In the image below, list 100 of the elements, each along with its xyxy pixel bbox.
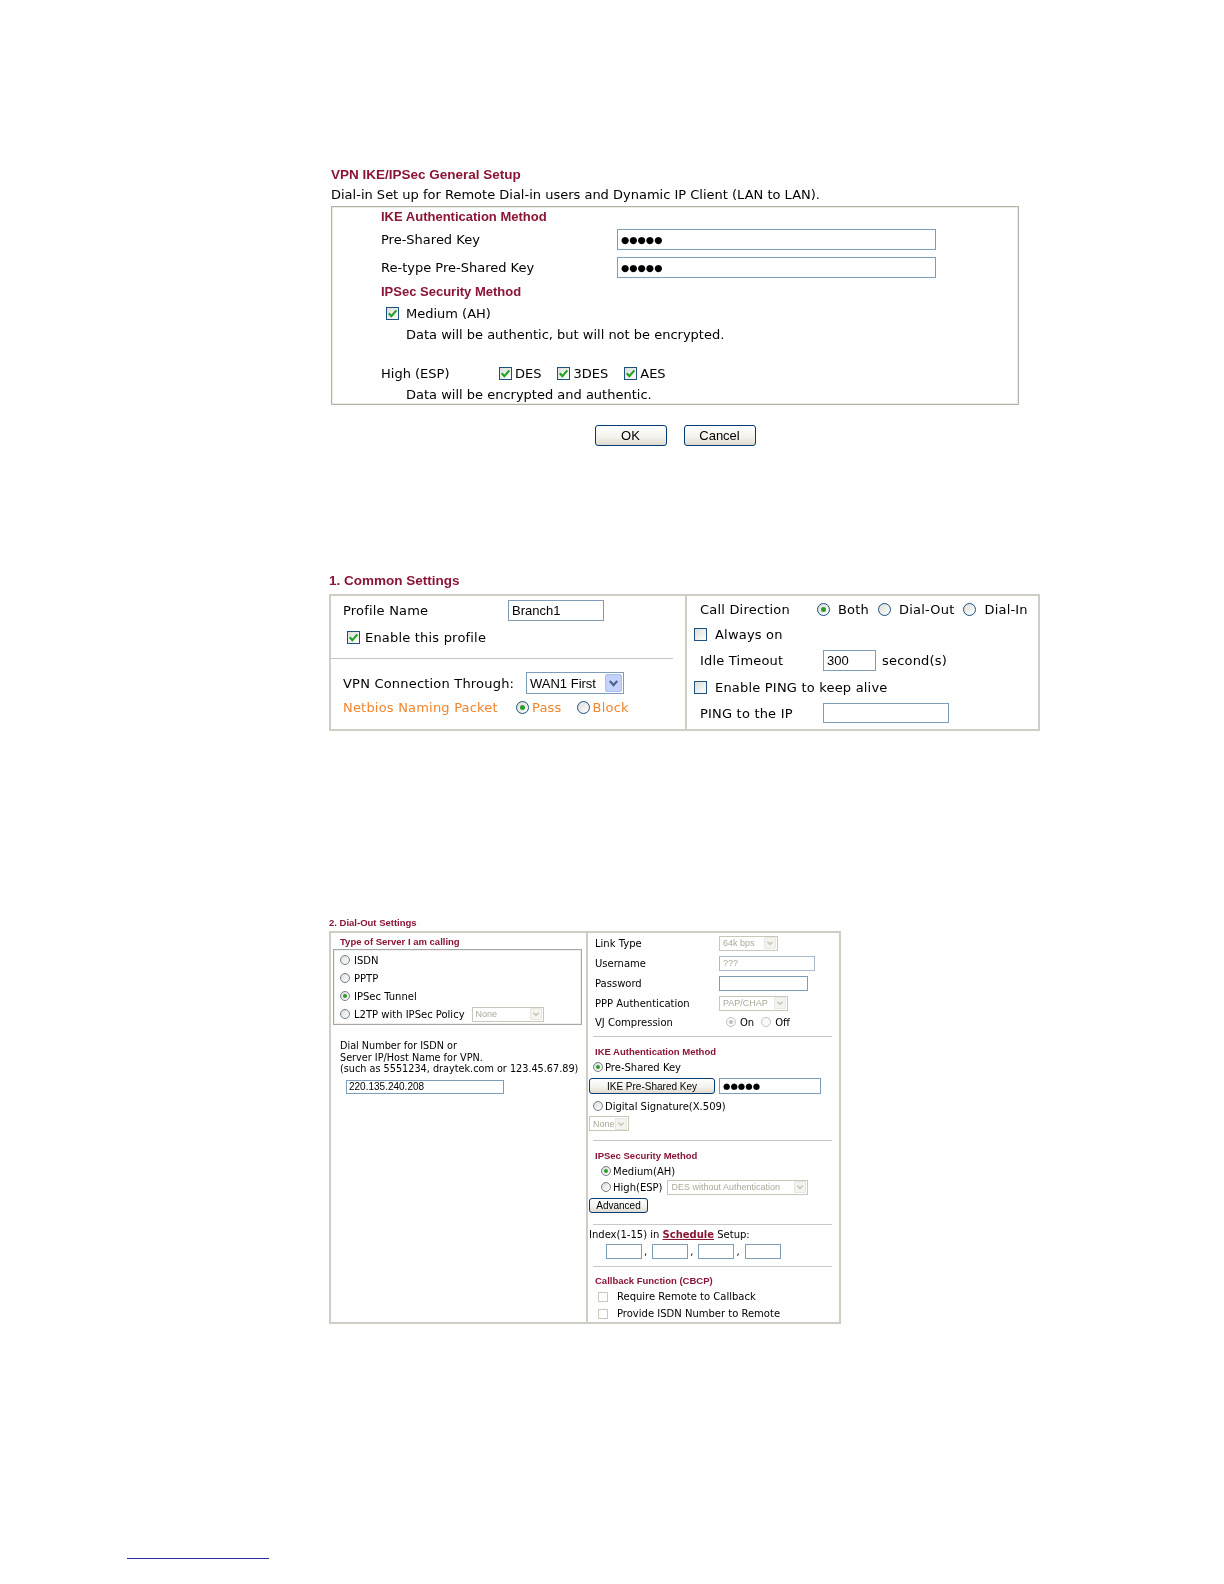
section-title: VPN IKE/IPSec General Setup xyxy=(331,167,521,183)
radio-label: On xyxy=(740,1016,755,1028)
checkbox[interactable] xyxy=(694,628,707,641)
checkbox-label: AES xyxy=(640,365,666,381)
checkbox-label: Require Remote to Callback xyxy=(617,1291,756,1302)
radio-label: L2TP with IPSec Policy xyxy=(354,1008,465,1020)
radio-label: Off xyxy=(775,1016,790,1028)
field-label: Password xyxy=(595,977,642,989)
radio-button[interactable] xyxy=(593,1101,603,1111)
field-label: Pre-Shared Key xyxy=(381,231,480,247)
text-field[interactable]: Branch1 xyxy=(508,599,604,621)
chevron-down-icon xyxy=(774,997,786,1009)
field-label: Re-type Pre-Shared Key xyxy=(381,259,535,275)
text-field[interactable]: 220.135.240.208 xyxy=(346,1079,504,1094)
radio-button[interactable] xyxy=(593,1062,603,1072)
field-label: High (ESP) xyxy=(381,365,450,381)
password-field[interactable]: ●●●●● xyxy=(617,256,936,278)
radio-button[interactable] xyxy=(340,991,350,1001)
separator-text: , xyxy=(644,1246,648,1257)
checkbox-label: Provide ISDN Number to Remote xyxy=(617,1308,781,1319)
chevron-down-icon xyxy=(615,1117,627,1130)
radio-button[interactable] xyxy=(601,1166,611,1176)
radio-button[interactable] xyxy=(878,602,891,616)
section-title: 2. Dial-Out Settings xyxy=(329,918,417,928)
unit-label: second(s) xyxy=(882,653,948,668)
radio-label: Dial-Out xyxy=(899,601,955,617)
checkbox-label: Enable this profile xyxy=(365,629,487,645)
help-text: Data will be encrypted and authentic. xyxy=(406,386,652,402)
radio-button[interactable] xyxy=(963,602,977,616)
field-label: Username xyxy=(595,957,646,969)
checkbox[interactable] xyxy=(694,681,707,694)
field-label: Netbios Naming Packet xyxy=(343,700,498,715)
checkbox[interactable] xyxy=(557,366,571,380)
input-field[interactable] xyxy=(606,1244,642,1259)
radio-label: Medium(AH) xyxy=(613,1165,676,1177)
chevron-down-icon xyxy=(529,1008,542,1020)
schedule-index-text: Index(1-15) in Schedule Setup: xyxy=(589,1228,750,1240)
section-heading: Callback Function (CBCP) xyxy=(595,1274,713,1286)
radio-label: PPTP xyxy=(354,972,379,984)
checkbox-label: DES xyxy=(515,365,542,381)
radio-button[interactable] xyxy=(601,1182,611,1192)
checkbox[interactable] xyxy=(624,366,638,380)
chevron-down-icon xyxy=(605,674,622,692)
input-field[interactable] xyxy=(719,975,808,991)
help-text: Dial Number for ISDN or Server IP/Host Name for VPN. (such as 5551234, draytek.com or 123.45.67.89) xyxy=(340,1040,579,1075)
input-field[interactable] xyxy=(652,1244,689,1259)
checkbox[interactable] xyxy=(347,630,360,644)
input-field[interactable] xyxy=(823,703,949,723)
description-text: Dial-in Set up for Remote Dial-in users and Dynamic IP Client (LAN to LAN). xyxy=(331,187,820,203)
separator-text: , xyxy=(736,1246,740,1257)
section-heading: Type of Server I am calling xyxy=(340,935,460,947)
checkbox-label: Medium (AH) xyxy=(406,306,491,321)
input-field[interactable] xyxy=(744,1244,781,1259)
radio-button[interactable] xyxy=(340,973,350,983)
help-text: Data will be authentic, but will not be encrypted. xyxy=(406,326,725,342)
field-label: Idle Timeout xyxy=(700,653,784,668)
section-heading: IKE Authentication Method xyxy=(381,208,547,224)
section-heading: IKE Authentication Method xyxy=(595,1045,717,1057)
radio-label: High(ESP) xyxy=(613,1181,663,1193)
radio-button[interactable] xyxy=(340,955,350,965)
checkbox[interactable] xyxy=(499,366,512,380)
radio-label: Both xyxy=(838,601,869,617)
field-label: Call Direction xyxy=(700,601,790,617)
radio-label: ISDN xyxy=(354,954,379,966)
checkbox-label: 3DES xyxy=(573,365,609,381)
action-button[interactable]: Cancel xyxy=(683,425,756,446)
radio-label: Dial-In xyxy=(984,601,1028,617)
radio-button[interactable] xyxy=(817,602,830,616)
field-label: PING to the IP xyxy=(700,705,793,721)
radio-button[interactable] xyxy=(516,701,529,714)
field-label: VJ Compression xyxy=(595,1016,673,1028)
chevron-down-icon xyxy=(764,937,776,949)
field-label: PPP Authentication xyxy=(595,997,690,1009)
password-field[interactable]: ●●●●● xyxy=(617,228,936,250)
field-label: Profile Name xyxy=(343,602,429,618)
section-heading: IPSec Security Method xyxy=(381,283,522,299)
chevron-down-icon xyxy=(794,1181,807,1193)
radio-label: Pass xyxy=(532,700,562,715)
section-heading: IPSec Security Method xyxy=(595,1149,698,1161)
action-button[interactable]: OK xyxy=(594,425,667,446)
radio-label: Pre-Shared Key xyxy=(605,1061,682,1073)
checkbox[interactable] xyxy=(386,307,399,320)
schedule-link[interactable]: Schedule xyxy=(662,1228,715,1240)
checkbox-label: Enable PING to keep alive xyxy=(715,680,888,695)
radio-label: IPSec Tunnel xyxy=(354,990,417,1002)
radio-button[interactable] xyxy=(340,1009,350,1019)
input-field[interactable] xyxy=(698,1244,735,1259)
radio-label: Block xyxy=(592,700,629,715)
checkbox-label: Always on xyxy=(715,627,783,642)
action-button[interactable]: Advanced xyxy=(589,1198,648,1213)
radio-button[interactable] xyxy=(576,701,590,714)
password-field[interactable]: ●●●●● xyxy=(719,1078,821,1094)
text-field[interactable]: 300 xyxy=(823,650,876,671)
field-label: VPN Connection Through: xyxy=(343,675,515,691)
dropdown[interactable]: WAN1 First xyxy=(526,672,624,694)
separator-text: , xyxy=(690,1246,694,1257)
section-title: 1. Common Settings xyxy=(329,573,460,589)
radio-label: Digital Signature(X.509) xyxy=(605,1100,726,1112)
field-label: Link Type xyxy=(595,937,642,949)
action-button[interactable]: IKE Pre-Shared Key xyxy=(589,1078,715,1094)
